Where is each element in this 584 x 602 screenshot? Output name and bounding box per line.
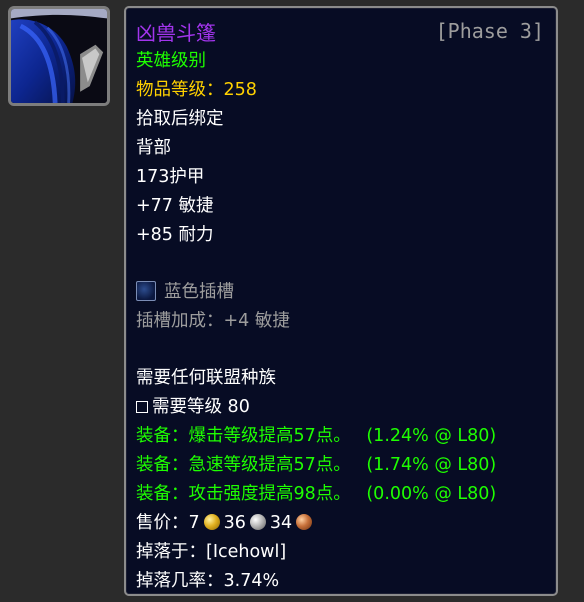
gold-coin-icon [203,514,220,530]
sell-price-label: 售价： [136,513,189,533]
equip-effect-pct: (1.24% @ L80) [366,426,497,446]
copper-coin-icon [296,514,313,530]
equip-effect-text: 装备：急速等级提高57点。 [136,455,351,475]
blue-socket-icon [136,281,156,301]
drop-rate-row: 掉落几率：3.74% [136,568,279,594]
dropped-by-label: 掉落于： [136,542,206,562]
equip-effect-pct: (1.74% @ L80) [366,455,497,475]
item-level-row: 物品等级：258 [136,77,257,103]
drop-rate-value: 3.74% [223,571,280,591]
item-level-label: 物品等级： [136,80,224,100]
slot-text: 背部 [136,138,171,158]
equip-effect: 装备：爆击等级提高57点。 (1.24% @ L80) [136,423,496,449]
sell-copper-amount: 34 [269,513,293,533]
phase-label: [Phase 3] [435,19,544,43]
cloak-icon-art [11,9,107,103]
drop-rate-label: 掉落几率： [136,571,224,591]
item-quality: 英雄级别 [136,51,206,71]
stat-agility: +77 敏捷 [136,196,214,216]
equip-effect-pct: (0.00% @ L80) [366,484,497,504]
equip-effect: 装备：攻击强度提高98点。 (0.00% @ L80) [136,481,496,507]
sell-price-row: 售价：7 36 34 [136,510,316,536]
binding-text: 拾取后绑定 [136,109,224,129]
item-name: 凶兽斗篷 [136,21,216,45]
requirement-race: 需要任何联盟种族 [136,368,276,388]
socket-bonus: 插槽加成：+4 敏捷 [136,311,290,331]
requirement-level-row: 需要等级 80 [136,394,250,420]
equip-effect: 装备：急速等级提高57点。 (1.74% @ L80) [136,452,496,478]
armor-text: 173护甲 [136,167,205,187]
item-tooltip: 凶兽斗篷 [Phase 3] 英雄级别 物品等级：258 拾取后绑定 背部 17… [124,6,558,596]
sell-gold-amount: 7 [188,513,200,533]
socket-row: 蓝色插槽 [136,279,234,305]
item-level-value: 258 [223,80,257,100]
cloak-icon[interactable] [8,6,110,106]
stat-stamina: +85 耐力 [136,225,214,245]
dropped-by-row: 掉落于：[Icehowl] [136,539,286,565]
dropped-by-link[interactable]: [Icehowl] [206,542,286,562]
silver-coin-icon [249,514,266,530]
equip-effect-text: 装备：爆击等级提高57点。 [136,426,351,446]
checkbox-icon [136,401,148,413]
requirement-level: 需要等级 80 [152,397,250,417]
sell-silver-amount: 36 [223,513,246,533]
socket-label: 蓝色插槽 [164,282,234,302]
equip-effect-text: 装备：攻击强度提高98点。 [136,484,351,504]
